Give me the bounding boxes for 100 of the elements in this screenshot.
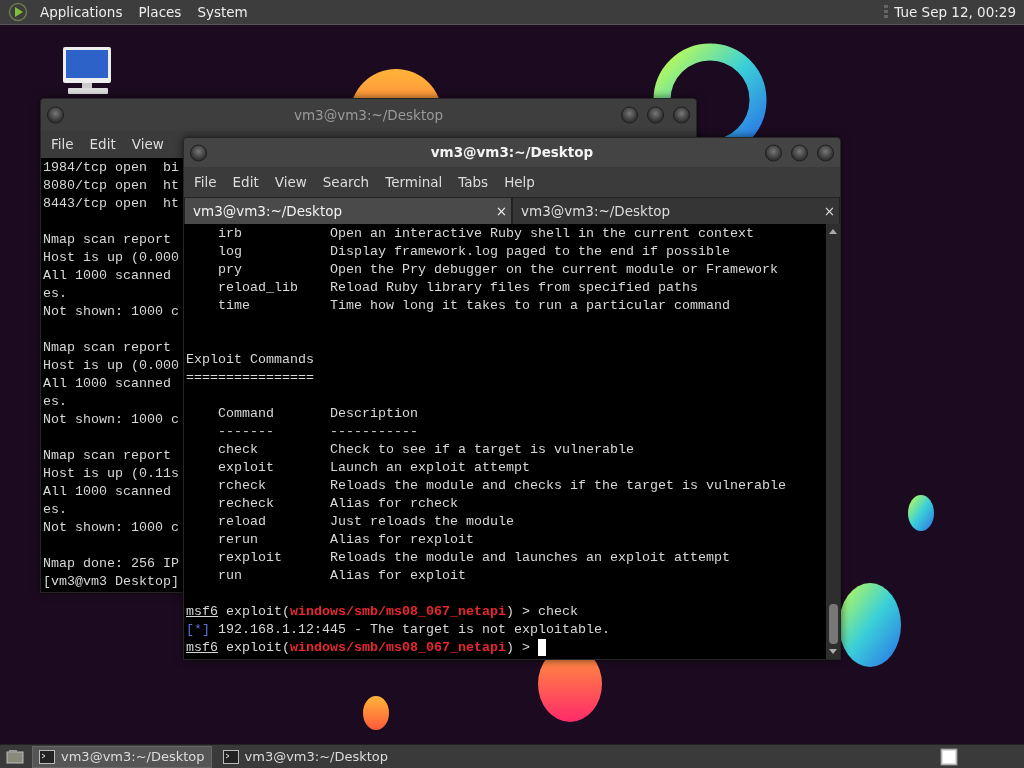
command-name: reload_lib [218, 279, 299, 297]
close-button[interactable] [817, 144, 834, 161]
terminal-line: Not shown: 1000 c [43, 519, 179, 537]
terminal-line: es. [43, 393, 67, 411]
panel-menu[interactable]: Places [130, 1, 190, 23]
window-menu-button[interactable] [190, 144, 207, 161]
taskbar-button[interactable]: vm3@vm3:~/Desktop [215, 745, 396, 768]
command-name: check [218, 441, 259, 459]
terminal-line: 1984/tcp open bi [43, 159, 179, 177]
scrollbar-thumb[interactable] [828, 604, 838, 644]
maximize-button[interactable] [791, 144, 808, 161]
close-tab-button[interactable]: × [495, 200, 507, 222]
terminal-line: All 1000 scanned [43, 483, 171, 501]
terminal-line: Host is up (0.000 [43, 249, 179, 267]
command-name: rexploit [218, 549, 283, 567]
terminal-line: 8443/tcp open ht [43, 195, 179, 213]
maximize-button[interactable] [647, 106, 664, 124]
command-name: exploit [218, 459, 275, 477]
command-name: ------- [218, 423, 275, 441]
computer-icon[interactable] [62, 46, 114, 96]
terminal-tab[interactable]: vm3@vm3:~/Desktop × [184, 197, 512, 224]
command-description: Reload Ruby library files from specified paths [330, 280, 698, 295]
window-menu-button[interactable] [47, 106, 64, 124]
scrollbar[interactable] [826, 224, 840, 659]
command-description: Time how long it takes to run a particular command [330, 298, 730, 313]
window-title: vm3@vm3:~/Desktop [293, 105, 443, 125]
close-button[interactable] [673, 106, 690, 124]
command-description: Check to see if a target is vulnerable [330, 442, 634, 457]
command-description: Description [330, 406, 418, 421]
command-description: ----------- [330, 424, 418, 439]
command-name: run [218, 567, 243, 585]
module-path: windows/smb/ms08_067_netapi [290, 604, 506, 619]
terminal-line: Host is up (0.000 [43, 357, 179, 375]
terminal-line: [vm3@vm3 Desktop] [43, 573, 179, 591]
prompt-name: msf6 [186, 640, 218, 655]
command-description: Launch an exploit attempt [330, 460, 530, 475]
terminal-line: Exploit Commands [186, 351, 314, 369]
terminal-tab[interactable]: vm3@vm3:~/Desktop × [512, 197, 840, 224]
menu-item[interactable]: Terminal [377, 171, 451, 193]
logo-icon[interactable] [8, 2, 28, 22]
command-name: time [218, 297, 251, 315]
close-tab-button[interactable]: × [823, 200, 835, 222]
menu-item[interactable]: View [123, 134, 172, 155]
command-description: Reloads the module and launches an exploit attempt [330, 550, 730, 565]
terminal-line: Host is up (0.11s [43, 465, 179, 483]
command-name: recheck [218, 495, 275, 513]
show-desktop-icon[interactable] [6, 748, 24, 765]
menu-item[interactable]: View [266, 171, 315, 193]
clock[interactable]: Tue Sep 12, 00:29 [894, 1, 1016, 23]
terminal-line: Nmap scan report [43, 447, 171, 465]
menu-item[interactable]: File [186, 171, 225, 193]
prompt-symbol: ) > [505, 640, 531, 655]
window-title: vm3@vm3:~/Desktop [430, 143, 594, 163]
command-description: Just reloads the module [330, 514, 514, 529]
grip-icon [884, 4, 889, 20]
command-name: Command [218, 405, 275, 423]
command-name: rerun [218, 531, 259, 549]
command-name: irb [218, 225, 243, 243]
terminal-line: Not shown: 1000 c [43, 411, 179, 429]
menu-item[interactable]: Tabs [450, 171, 497, 193]
command-description: Alias for rexploit [330, 532, 474, 547]
workspace-icon[interactable] [940, 747, 958, 766]
command-name: reload [218, 513, 267, 531]
command-name: log [218, 243, 243, 261]
terminal-line: All 1000 scanned [43, 375, 171, 393]
minimize-button[interactable] [621, 106, 638, 124]
terminal-line: All 1000 scanned [43, 267, 171, 285]
command-description: Display framework.log paged to the end if possible [330, 244, 730, 259]
menu-item[interactable]: File [43, 134, 82, 155]
command-description: Alias for exploit [330, 568, 466, 583]
terminal-line: es. [43, 501, 67, 519]
prompt-context: exploit( [225, 604, 290, 619]
taskbar-button[interactable]: vm3@vm3:~/Desktop [32, 745, 212, 768]
terminal-line: ================ [186, 369, 314, 387]
command-name: rcheck [218, 477, 267, 495]
terminal-line: es. [43, 285, 67, 303]
command-description: Reloads the module and checks if the target is vulnerable [330, 478, 786, 493]
scroll-down-arrow-icon[interactable] [828, 648, 838, 656]
terminal-icon [39, 749, 55, 764]
menu-item[interactable]: Help [496, 171, 543, 193]
menu-item[interactable]: Edit [81, 134, 124, 155]
terminal-line: Nmap scan report [43, 231, 171, 249]
command-description: Open the Pry debugger on the current module or Framework [330, 262, 778, 277]
prompt-symbol: ) > [505, 604, 531, 619]
menu-item[interactable]: Edit [224, 171, 267, 193]
status-marker: [*] [186, 622, 210, 637]
terminal-line: 8080/tcp open ht [43, 177, 179, 195]
menu-item[interactable]: Search [314, 171, 378, 193]
terminal-line: Nmap scan report [43, 339, 171, 357]
panel-menu[interactable]: System [189, 1, 256, 23]
prompt-context: exploit( [225, 640, 290, 655]
minimize-button[interactable] [765, 144, 782, 161]
prompt-name: msf6 [186, 604, 218, 619]
command-description: Alias for rcheck [330, 496, 458, 511]
panel-menu[interactable]: Applications [32, 1, 131, 23]
status-message: 192.168.1.12:445 - The target is not exploitable. [217, 622, 610, 637]
terminal-line: Not shown: 1000 c [43, 303, 179, 321]
terminal-line: Nmap done: 256 IP [43, 555, 179, 573]
scroll-up-arrow-icon[interactable] [828, 227, 838, 235]
command-name: pry [218, 261, 243, 279]
